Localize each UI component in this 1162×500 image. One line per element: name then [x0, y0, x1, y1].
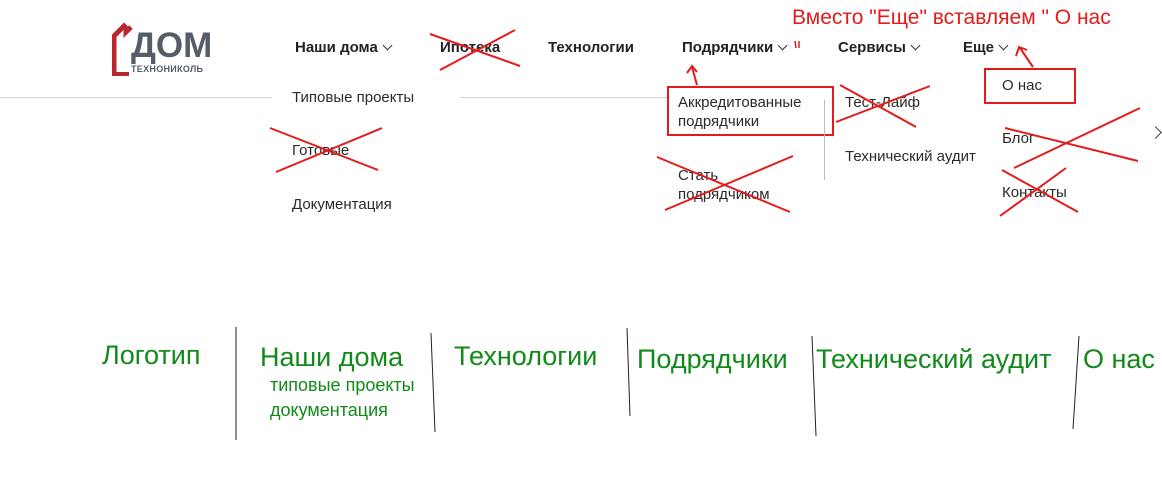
- chevron-down-icon: [382, 40, 393, 51]
- submenu-accredited-contractors[interactable]: Аккредитованные подрядчики: [678, 93, 828, 131]
- nav-houses[interactable]: Наши дома: [295, 39, 393, 56]
- annotation-note: Вместо "Еще" вставляем " О нас: [792, 6, 1111, 29]
- submenu-contacts[interactable]: Контакты: [1002, 183, 1067, 202]
- header-divider: [460, 97, 670, 98]
- plan-audit: Технический аудит: [816, 344, 1052, 374]
- submenu-test-life[interactable]: Тест-Лайф: [845, 93, 920, 112]
- chevron-down-icon: [910, 40, 921, 51]
- nav-contractors[interactable]: Подрядчики: [682, 39, 788, 56]
- plan-houses-sub-1: типовые проекты: [270, 375, 415, 395]
- submenu-become-contractor[interactable]: Стать подрядчиком: [678, 166, 798, 204]
- plan-about: О нас: [1083, 344, 1155, 374]
- nav-houses-label: Наши дома: [295, 39, 378, 56]
- plan-houses-sub-2: документация: [270, 400, 388, 420]
- submenu-about[interactable]: О нас: [1002, 76, 1042, 95]
- logo-subtitle: ТЕХНОНИКОЛЬ: [131, 64, 204, 74]
- submenu-tech-audit[interactable]: Технический аудит: [845, 147, 976, 166]
- arrow-up-icon: [1015, 45, 1034, 68]
- nav-technologies[interactable]: Технологии: [548, 39, 634, 56]
- chevron-right-icon[interactable]: [1149, 126, 1162, 139]
- nav-services-label: Сервисы: [838, 39, 906, 56]
- submenu-typical-projects[interactable]: Типовые проекты: [292, 88, 414, 107]
- submenu-divider: [824, 100, 825, 180]
- nav-contractors-label: Подрядчики: [682, 39, 774, 56]
- submenu-documentation[interactable]: Документация: [292, 195, 392, 214]
- submenu-ready[interactable]: Готовые: [292, 141, 349, 160]
- nav-mortgage-label: Ипотека: [440, 39, 501, 56]
- header-divider: [0, 97, 272, 98]
- plan-houses: Наши дома: [260, 342, 404, 372]
- logo-word: ДОМ: [131, 26, 213, 65]
- nav-technologies-label: Технологии: [548, 39, 634, 56]
- submenu-blog[interactable]: Блог: [1002, 129, 1034, 148]
- chevron-down-icon: [998, 40, 1009, 51]
- plan-logo: Логотип: [102, 340, 201, 370]
- chevron-down-icon: [777, 40, 788, 51]
- plan-technologies: Технологии: [454, 341, 598, 371]
- nav-more-label: Еще: [963, 39, 995, 56]
- arrow-up-icon: [686, 64, 698, 86]
- nav-services[interactable]: Сервисы: [838, 39, 921, 56]
- nav-more[interactable]: Еще: [963, 39, 1009, 56]
- plan-contractors: Подрядчики: [637, 344, 788, 374]
- nav-mortgage[interactable]: Ипотека: [440, 39, 500, 56]
